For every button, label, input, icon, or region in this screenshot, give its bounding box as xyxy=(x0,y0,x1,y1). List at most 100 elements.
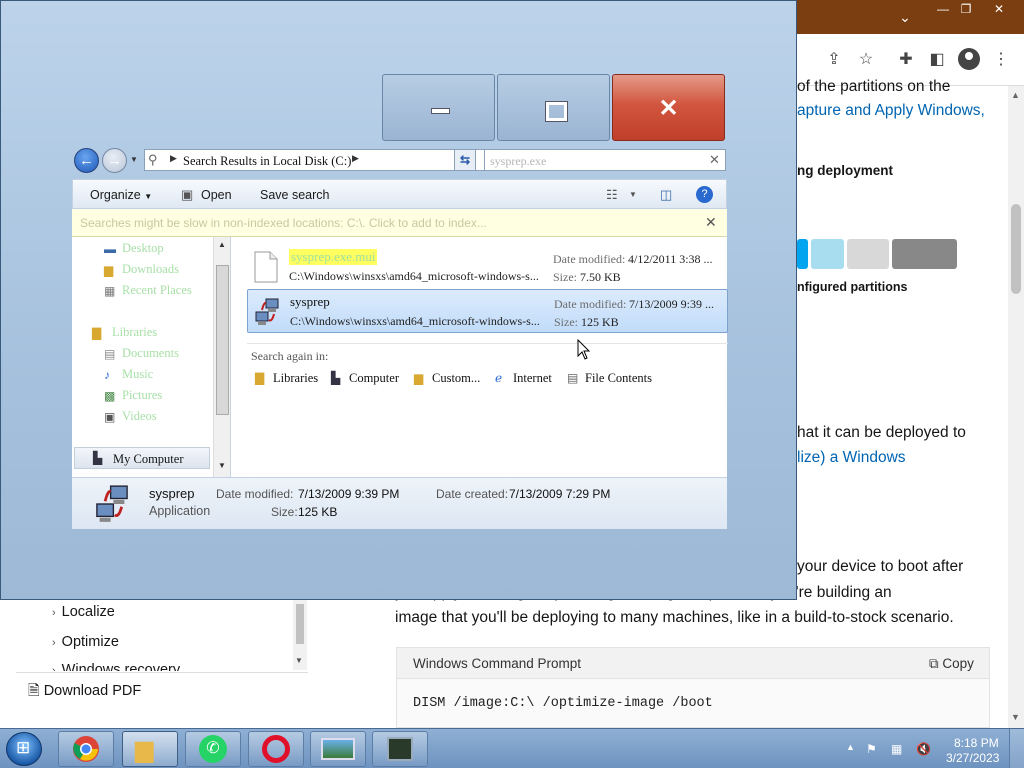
scrollbar-thumb[interactable] xyxy=(1011,204,1021,294)
show-desktop-button[interactable] xyxy=(1009,729,1024,768)
code-line: DISM /image:C:\ /optimize-image /boot xyxy=(413,696,713,711)
chevron-right-icon: › xyxy=(52,607,56,619)
network-icon[interactable]: ▦ xyxy=(891,742,902,756)
nav-item-my-computer[interactable]: ▙ My Computer xyxy=(74,447,210,469)
save-search-button[interactable]: Save search xyxy=(260,188,329,202)
nav-item-recent-places[interactable]: Recent Places xyxy=(122,283,192,298)
recent-pages-dropdown[interactable]: ▼ xyxy=(130,155,138,164)
volume-muted-icon[interactable]: 🔇 xyxy=(916,742,931,756)
nav-item-downloads[interactable]: Downloads xyxy=(122,262,179,277)
nav-scrollbar-thumb[interactable] xyxy=(216,265,229,415)
profile-icon[interactable] xyxy=(958,48,980,70)
page-link[interactable]: lize) a Windows xyxy=(797,449,906,467)
taskbar-image-viewer-button[interactable] xyxy=(310,731,366,767)
scroll-up-icon[interactable]: ▲ xyxy=(1011,90,1020,100)
search-again-libraries[interactable]: Libraries xyxy=(273,371,318,386)
folder-icon: ▆ xyxy=(414,371,424,385)
nav-item-documents[interactable]: Documents xyxy=(122,346,179,361)
details-name: sysprep xyxy=(149,486,195,501)
taskbar-explorer-button[interactable]: ▆ xyxy=(122,731,178,767)
forward-button[interactable]: → xyxy=(102,148,127,173)
table-of-contents: › Localize › Optimize › Windows recovery xyxy=(0,600,310,728)
toc-item-windows-recovery[interactable]: › Windows recovery xyxy=(52,662,180,671)
nav-item-pictures[interactable]: Pictures xyxy=(122,388,162,403)
result-item[interactable]: sysprep.exe.mui C:\Windows\winsxs\amd64_… xyxy=(247,245,728,289)
scroll-up-icon[interactable]: ▲ xyxy=(218,240,226,249)
star-icon[interactable]: ☆ xyxy=(854,48,878,72)
copy-icon: ⧉ xyxy=(929,656,943,671)
tab-search-chevron-icon[interactable]: ⌄ xyxy=(893,6,917,28)
share-icon[interactable]: ⇪ xyxy=(822,48,846,72)
result-size-label: Size: xyxy=(554,315,578,329)
browser-close-button[interactable]: ✕ xyxy=(984,0,1014,18)
page-text: your device to boot after xyxy=(797,558,964,575)
info-bar[interactable]: Searches might be slow in non-indexed lo… xyxy=(72,209,727,237)
extensions-icon[interactable]: ✚ xyxy=(894,48,918,72)
scroll-down-icon[interactable]: ▼ xyxy=(1011,712,1020,722)
browser-restore-button[interactable]: ❐ xyxy=(951,0,981,18)
copy-button[interactable]: ⧉ Copy xyxy=(929,656,974,672)
organize-menu[interactable]: Organize ▼ xyxy=(90,188,152,202)
nav-item-music[interactable]: Music xyxy=(122,367,153,382)
computer-icon: ▙ xyxy=(331,371,341,385)
address-row: ← → ▼ ⚲ ▶ Search Results in Local Disk (… xyxy=(71,147,727,173)
breadcrumb-path[interactable]: Search Results in Local Disk (C:) xyxy=(183,154,351,169)
search-again-custom[interactable]: Custom... xyxy=(432,371,480,386)
minimize-button[interactable] xyxy=(382,74,495,141)
search-input[interactable]: sysprep.exe ✕ xyxy=(484,149,726,171)
search-again-file-contents[interactable]: File Contents xyxy=(585,371,652,386)
file-icon xyxy=(254,251,278,283)
page-scrollbar[interactable]: ▲ ▼ xyxy=(1008,86,1024,728)
toc-item-optimize[interactable]: › Optimize xyxy=(52,634,119,650)
view-options-icon[interactable]: ☷ xyxy=(606,187,618,203)
download-pdf-link[interactable]: 🗎 Download PDF xyxy=(16,672,308,704)
clock-date[interactable]: 3/27/2023 xyxy=(946,751,999,765)
search-again-computer[interactable]: Computer xyxy=(349,371,399,386)
refresh-button[interactable]: ⇆ xyxy=(454,149,476,171)
start-button[interactable] xyxy=(6,732,42,766)
taskbar-opera-button[interactable] xyxy=(248,731,304,767)
clear-search-icon[interactable]: ✕ xyxy=(709,152,720,168)
back-button[interactable]: ← xyxy=(74,148,99,173)
taskbar-terminal-button[interactable] xyxy=(372,731,428,767)
breadcrumb-separator-icon[interactable]: ▶ xyxy=(170,153,177,164)
toc-item-localize[interactable]: › Localize xyxy=(52,604,115,620)
folder-icon: ▆ xyxy=(135,736,154,763)
help-icon[interactable]: ? xyxy=(696,186,713,203)
clock-time[interactable]: 8:18 PM xyxy=(954,736,999,750)
arrow-right-icon: → xyxy=(107,152,122,169)
minimize-icon xyxy=(383,75,494,140)
info-bar-text: Searches might be slow in non-indexed lo… xyxy=(80,216,487,230)
preview-pane-icon[interactable]: ◫ xyxy=(660,187,672,203)
sidebar-icon[interactable]: ◧ xyxy=(925,48,949,72)
nav-item-libraries[interactable]: Libraries xyxy=(112,325,157,340)
search-again-internet[interactable]: Internet xyxy=(513,371,552,386)
scroll-down-icon[interactable]: ▼ xyxy=(295,656,303,665)
page-link[interactable]: apture and Apply Windows, xyxy=(797,102,985,120)
view-dropdown-icon[interactable]: ▼ xyxy=(629,190,637,199)
toc-scrollbar[interactable]: ▼ xyxy=(293,600,307,670)
toc-scrollbar-thumb[interactable] xyxy=(296,604,304,644)
open-button[interactable]: Open xyxy=(201,188,232,202)
page-text: image that you'll be deploying to many m… xyxy=(395,609,954,626)
close-icon[interactable]: ✕ xyxy=(705,214,717,231)
breadcrumb-separator-icon[interactable]: ▶ xyxy=(352,153,359,164)
result-name: sysprep.exe.mui xyxy=(289,249,378,265)
search-input-value: sysprep.exe xyxy=(490,154,547,168)
show-hidden-icons-icon[interactable]: ▲ xyxy=(846,742,855,752)
scroll-down-icon[interactable]: ▼ xyxy=(218,461,226,470)
nav-scrollbar[interactable]: ▲ ▼ xyxy=(213,237,230,477)
menu-icon[interactable]: ⋮ xyxy=(989,48,1013,72)
action-center-icon[interactable]: ⚑ xyxy=(866,742,877,756)
downloads-icon: ▆ xyxy=(104,263,114,277)
nav-item-videos[interactable]: Videos xyxy=(122,409,157,424)
taskbar-whatsapp-button[interactable]: ✆ xyxy=(185,731,241,767)
open-icon: ▣ xyxy=(181,187,194,202)
result-item-selected[interactable]: sysprep C:\Windows\winsxs\amd64_microsof… xyxy=(247,289,728,333)
taskbar-chrome-button[interactable] xyxy=(58,731,114,767)
libraries-icon: ▇ xyxy=(255,371,265,385)
close-button[interactable]: ✕ xyxy=(612,74,725,141)
maximize-button[interactable] xyxy=(497,74,610,141)
result-path: C:\Windows\winsxs\amd64_microsoft-window… xyxy=(289,269,539,283)
nav-item-desktop[interactable]: Desktop xyxy=(122,241,164,256)
